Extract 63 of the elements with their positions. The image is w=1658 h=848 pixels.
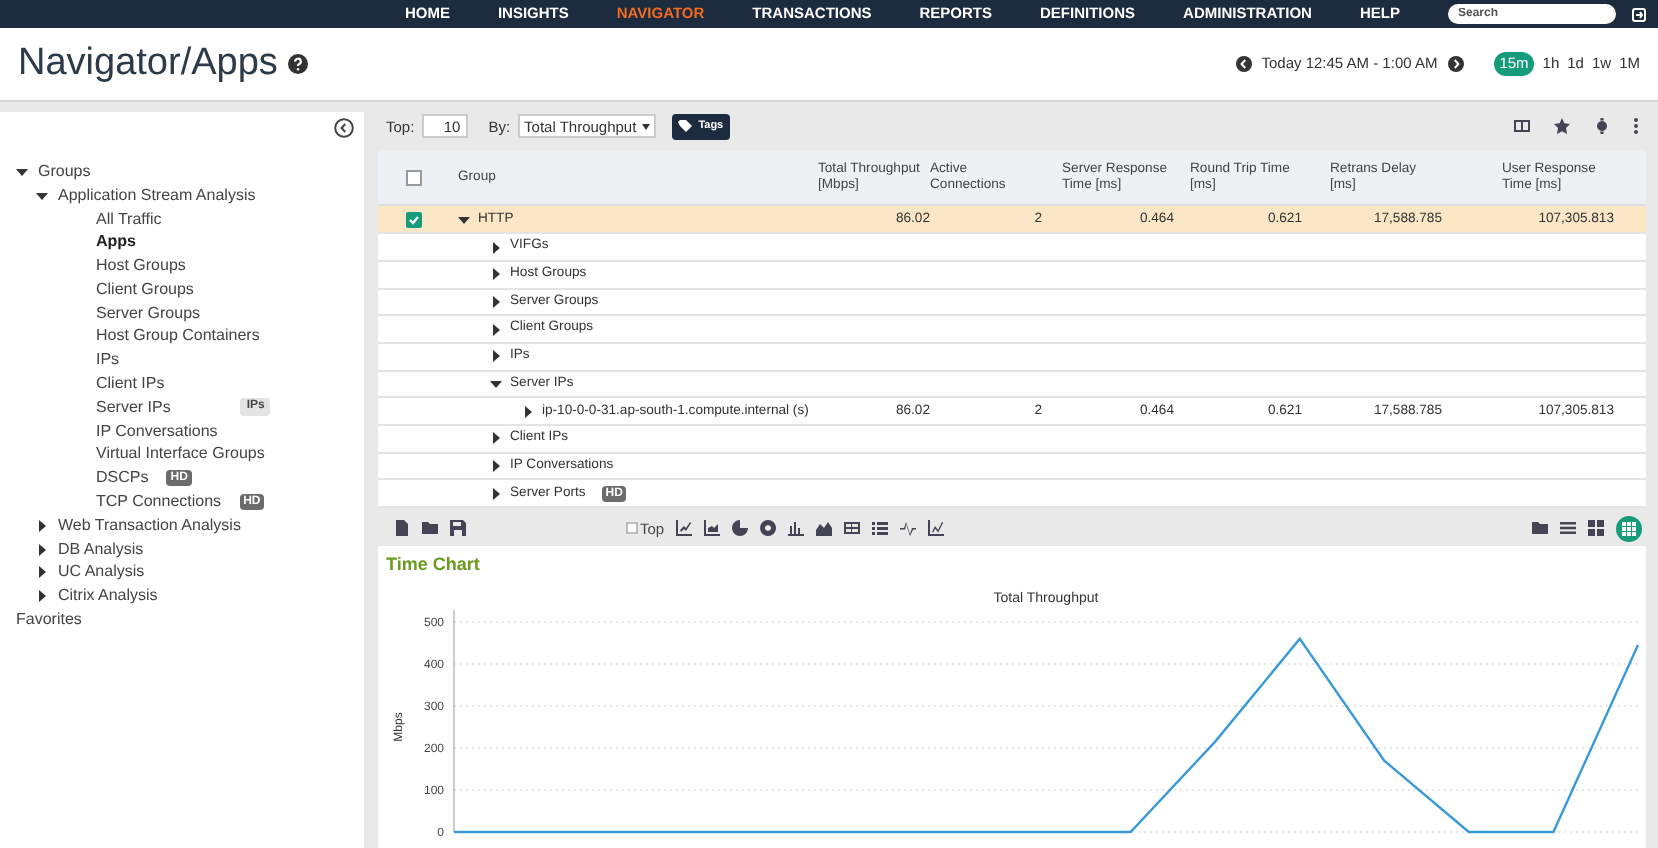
pulse-icon[interactable] — [900, 520, 917, 537]
pie-chart-icon[interactable] — [732, 520, 749, 537]
tag-icon — [678, 120, 695, 133]
line-chart-icon[interactable] — [676, 520, 693, 537]
tiles-icon[interactable] — [1588, 520, 1604, 537]
collapsed-icon[interactable] — [490, 295, 502, 308]
sidebar-item[interactable]: DSCPs — [96, 466, 149, 491]
sidebar-item[interactable]: Server Groups — [96, 301, 201, 326]
list-icon[interactable] — [1560, 520, 1576, 537]
sidebar-item[interactable]: Host Groups — [96, 254, 186, 279]
sidebar-item[interactable]: DB Analysis — [58, 537, 144, 562]
folder-icon[interactable] — [1532, 520, 1548, 537]
sidebar-item[interactable]: IP Conversations — [96, 419, 218, 444]
collapsed-icon[interactable] — [490, 323, 502, 336]
collapsed-icon[interactable] — [490, 241, 502, 253]
help-icon[interactable] — [287, 54, 308, 74]
page-title: Navigator/Apps — [18, 39, 278, 88]
sidebar-item[interactable]: IPs — [96, 348, 120, 373]
sidebar-item[interactable]: Client IPs — [96, 372, 165, 397]
file-icon[interactable] — [394, 520, 410, 537]
save-icon[interactable] — [450, 520, 466, 537]
sidebar-item[interactable]: Server IPs — [96, 395, 171, 420]
grid-icon — [1622, 521, 1636, 536]
previous-icon[interactable] — [1235, 56, 1252, 72]
grid-view-button[interactable] — [1616, 515, 1642, 542]
top-checkbox[interactable] — [626, 522, 638, 535]
panel-title: Time Chart — [386, 551, 482, 577]
collapsed-icon[interactable] — [522, 405, 534, 418]
star-icon[interactable] — [1554, 118, 1570, 135]
collapsed-icon[interactable] — [490, 487, 502, 500]
next-icon[interactable] — [1447, 56, 1464, 72]
collapsed-icon[interactable] — [490, 350, 502, 363]
expanded-icon[interactable] — [490, 377, 502, 390]
expanded-icon[interactable] — [458, 213, 470, 226]
collapsed-icon[interactable] — [490, 432, 502, 445]
sidebar-item[interactable]: All Traffic — [96, 207, 162, 231]
sidebar-item[interactable]: TCP Connections — [96, 490, 222, 515]
sidebar-item[interactable]: Favorites — [16, 608, 82, 633]
area-chart-icon[interactable] — [704, 520, 721, 537]
sidebar-item[interactable]: Virtual Interface Groups — [96, 442, 265, 467]
collapse-icon[interactable] — [334, 118, 354, 138]
sidebar-item[interactable]: Host Group Containers — [96, 324, 260, 349]
sidebar-item[interactable]: Citrix Analysis — [58, 584, 158, 609]
columns-icon[interactable] — [1514, 118, 1530, 135]
collapsed-icon[interactable] — [490, 268, 502, 281]
bar-chart-icon[interactable] — [788, 520, 805, 537]
folder-icon[interactable] — [422, 520, 438, 537]
sidebar-item[interactable]: Client Groups — [96, 277, 194, 302]
trend-chart-icon[interactable] — [928, 520, 945, 537]
sidebar-item[interactable]: Application Stream Analysis — [58, 183, 256, 208]
sidebar-item[interactable]: UC Analysis — [58, 560, 145, 585]
table-icon[interactable] — [844, 520, 861, 537]
row-checkbox[interactable] — [406, 211, 422, 228]
caret-icon — [642, 123, 651, 130]
donut-chart-icon[interactable] — [760, 520, 777, 537]
sidebar-item[interactable]: Groups — [38, 159, 91, 184]
collapsed-icon[interactable] — [490, 460, 502, 472]
sidebar-item[interactable]: Apps — [96, 230, 136, 255]
list-icon[interactable] — [872, 520, 889, 537]
logout-icon[interactable] — [1632, 7, 1646, 21]
header-checkbox[interactable] — [406, 169, 422, 186]
sidebar-item[interactable]: Web Transaction Analysis — [58, 513, 241, 538]
mountain-chart-icon[interactable] — [816, 520, 833, 537]
